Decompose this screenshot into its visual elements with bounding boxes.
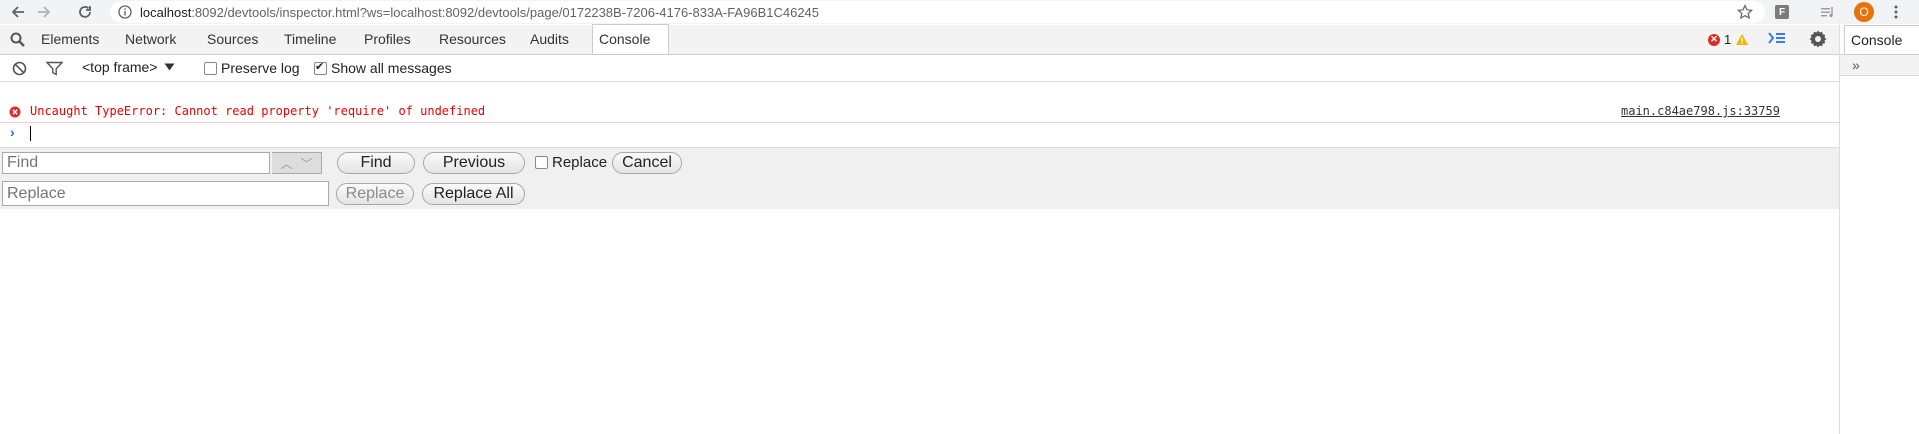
reload-button[interactable] [73,0,97,24]
replace-checkbox-label: Replace [552,154,608,171]
reload-icon [78,5,92,19]
tab-timeline[interactable]: Timeline [278,25,342,53]
side-panel-tab-console[interactable]: Console [1844,25,1919,54]
replace-checkbox[interactable]: Replace [535,154,607,171]
url-path: :8092/devtools/inspector.html?ws=localho… [191,4,820,20]
context-value: <top frame> [82,59,158,75]
error-text: Uncaught TypeError: Cannot read property… [30,104,486,118]
avatar: O [1854,2,1874,22]
extension-button[interactable]: F [1775,0,1789,24]
find-navigation: ︿ ﹀ [272,152,322,174]
context-selector[interactable]: <top frame> [82,59,175,75]
console-prompt[interactable]: › [0,123,1839,143]
tab-sources[interactable]: Sources [201,25,264,53]
extension-f-icon: F [1775,5,1789,19]
url-text: localhost:8092/devtools/inspector.html?w… [140,5,819,20]
replace-input[interactable] [2,181,329,206]
show-all-messages-label: Show all messages [331,60,452,76]
console-drawer-icon[interactable] [1768,31,1786,45]
error-warning-counter[interactable]: ✕ 1 [1708,32,1749,47]
replace-button[interactable]: Replace [336,183,414,205]
find-replace-bar: ︿ ﹀ Find Previous Replace Cancel Replace… [0,147,1839,209]
bookmark-star-icon[interactable] [1737,4,1753,20]
find-down-icon[interactable]: ﹀ [301,155,313,172]
profile-avatar[interactable]: O [1854,0,1874,24]
media-control-button[interactable] [1820,0,1836,24]
prompt-chevron-icon: › [10,124,15,140]
text-caret [30,126,31,141]
error-source-link[interactable]: main.c84ae798.js:33759 [1621,104,1780,118]
tab-profiles[interactable]: Profiles [358,25,417,53]
kebab-menu-icon [1893,4,1899,20]
clear-console-icon[interactable] [12,61,27,76]
console-toolbar: <top frame> Preserve log Show all messag… [0,55,1839,82]
tab-elements[interactable]: Elements [35,25,105,53]
show-all-messages-checkbox[interactable]: Show all messages [314,60,452,76]
settings-gear-icon[interactable] [1808,29,1828,49]
preserve-log-checkbox[interactable]: Preserve log [204,60,300,76]
devtools-tabbar: Elements Network Sources Timeline Profil… [0,24,1839,55]
arrow-right-icon [37,5,51,19]
error-count: 1 [1724,32,1732,47]
replace-checkbox-box[interactable] [535,156,548,169]
cancel-button[interactable]: Cancel [612,152,682,174]
tab-resources[interactable]: Resources [433,25,512,53]
inspect-search-icon[interactable] [10,32,25,47]
media-queue-icon [1820,5,1836,19]
address-bar[interactable]: localhost:8092/devtools/inspector.html?w… [110,1,1765,23]
filter-icon[interactable] [46,61,63,76]
browser-menu-button[interactable] [1893,0,1899,24]
back-button[interactable] [6,0,30,24]
side-panel-toolbar: » [1840,54,1919,76]
show-all-messages-box[interactable] [314,60,327,75]
find-button[interactable]: Find [337,152,415,174]
console-error-message: Uncaught TypeError: Cannot read property… [0,102,1839,123]
preserve-log-box[interactable] [204,61,217,75]
error-circle-icon [9,106,21,118]
error-icon: ✕ [1708,33,1720,46]
tab-audits[interactable]: Audits [524,25,575,53]
find-up-icon[interactable]: ︿ [280,155,292,172]
forward-button[interactable] [32,0,56,24]
preserve-log-label: Preserve log [221,60,300,76]
replace-all-button[interactable]: Replace All [422,183,525,205]
more-tabs-chevron-icon[interactable]: » [1852,57,1860,73]
previous-button[interactable]: Previous [423,152,525,174]
browser-toolbar: localhost:8092/devtools/inspector.html?w… [0,0,1919,24]
tab-network[interactable]: Network [119,25,182,53]
info-icon[interactable] [118,5,132,19]
arrow-left-icon [11,5,25,19]
url-host: localhost [140,4,192,20]
dropdown-arrow-icon [164,63,175,71]
find-input[interactable] [2,152,270,174]
side-panel: Console » [1839,25,1919,434]
warning-icon [1735,33,1749,46]
tab-console[interactable]: Console [592,24,669,54]
